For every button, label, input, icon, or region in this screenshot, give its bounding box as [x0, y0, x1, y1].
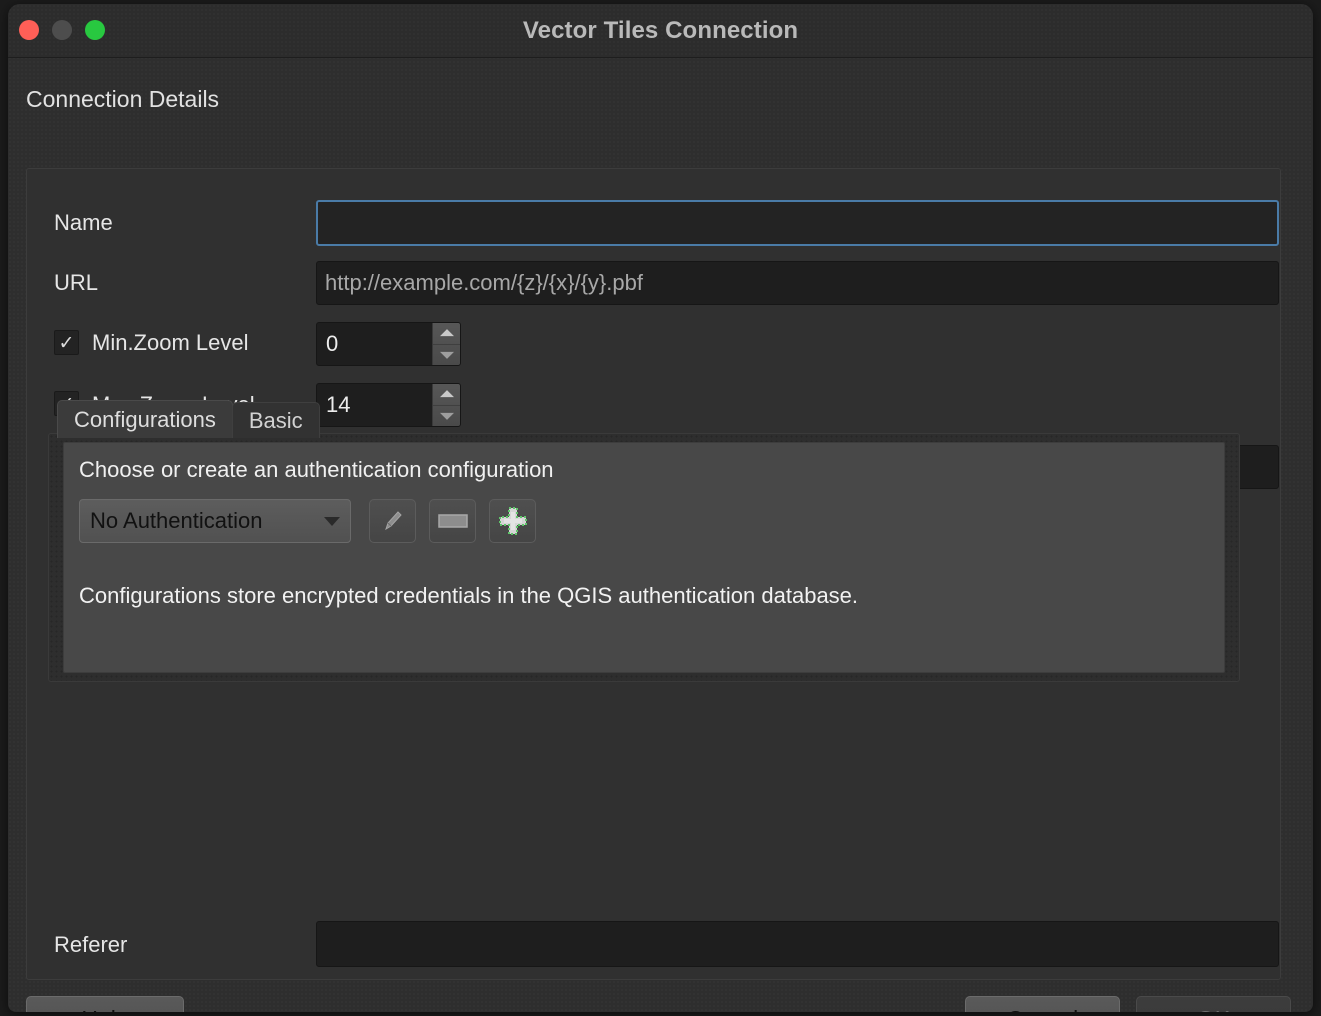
authentication-note: Configurations store encrypted credentia…	[79, 583, 859, 608]
url-input[interactable]: http://example.com/{z}/{x}/{y}.pbf	[316, 261, 1279, 305]
min-zoom-step-down[interactable]	[433, 345, 460, 366]
vector-tiles-connection-dialog: Vector Tiles Connection Connection Detai…	[8, 4, 1313, 1012]
help-button[interactable]: Help	[26, 996, 184, 1012]
tab-basic[interactable]: Basic	[231, 402, 320, 438]
cancel-button-label: Cancel	[1007, 1006, 1079, 1013]
tab-configurations[interactable]: Configurations	[57, 400, 233, 438]
max-zoom-step-down[interactable]	[433, 406, 460, 427]
checkmark-icon: ✓	[58, 333, 75, 354]
min-zoom-checkbox[interactable]: ✓	[54, 330, 79, 355]
ok-button[interactable]: OK	[1136, 996, 1291, 1012]
tab-configurations-label: Configurations	[74, 406, 216, 432]
authentication-config-value: No Authentication	[90, 508, 263, 533]
min-zoom-value: 0	[326, 331, 339, 356]
max-zoom-step-up[interactable]	[433, 384, 460, 406]
minus-icon	[437, 514, 468, 528]
min-zoom-label: Min.Zoom Level	[92, 330, 249, 355]
edit-config-button[interactable]	[369, 499, 416, 543]
max-zoom-stepper[interactable]	[432, 384, 460, 426]
referer-input[interactable]	[316, 921, 1279, 967]
dialog-body: Connection Details Name URL http://examp…	[8, 58, 1313, 1012]
max-zoom-spinbox[interactable]: 14	[316, 383, 461, 427]
referer-label: Referer	[54, 932, 128, 957]
chevron-down-icon	[324, 516, 340, 526]
add-config-button[interactable]	[489, 499, 536, 543]
min-zoom-stepper[interactable]	[432, 323, 460, 365]
tab-basic-label: Basic	[248, 407, 303, 433]
triangle-up-icon	[439, 390, 454, 398]
connection-details-heading: Connection Details	[26, 86, 220, 112]
url-label: URL	[54, 270, 99, 295]
authentication-panel: Choose or create an authentication confi…	[63, 442, 1225, 673]
triangle-up-icon	[439, 329, 454, 337]
url-input-placeholder: http://example.com/{z}/{x}/{y}.pbf	[325, 270, 643, 295]
authentication-frame: Configurations Basic Choose or create an…	[48, 400, 1240, 682]
authentication-tabbar: Configurations Basic	[57, 396, 320, 438]
name-input[interactable]	[316, 200, 1279, 246]
window-title: Vector Tiles Connection	[522, 17, 799, 44]
name-label: Name	[54, 210, 113, 235]
triangle-down-icon	[439, 351, 454, 359]
triangle-down-icon	[439, 412, 454, 420]
pencil-icon	[384, 511, 402, 531]
remove-config-button[interactable]	[429, 499, 476, 543]
plus-icon	[498, 507, 527, 535]
title-bar: Vector Tiles Connection	[8, 4, 1313, 58]
min-zoom-spinbox[interactable]: 0	[316, 322, 461, 366]
authentication-config-select[interactable]: No Authentication	[79, 499, 351, 543]
ok-button-label: OK	[1197, 1006, 1230, 1013]
min-zoom-step-up[interactable]	[433, 323, 460, 345]
cancel-button[interactable]: Cancel	[965, 996, 1120, 1012]
authentication-hint: Choose or create an authentication confi…	[79, 457, 554, 482]
help-button-label: Help	[81, 1006, 128, 1013]
max-zoom-value: 14	[326, 392, 351, 417]
